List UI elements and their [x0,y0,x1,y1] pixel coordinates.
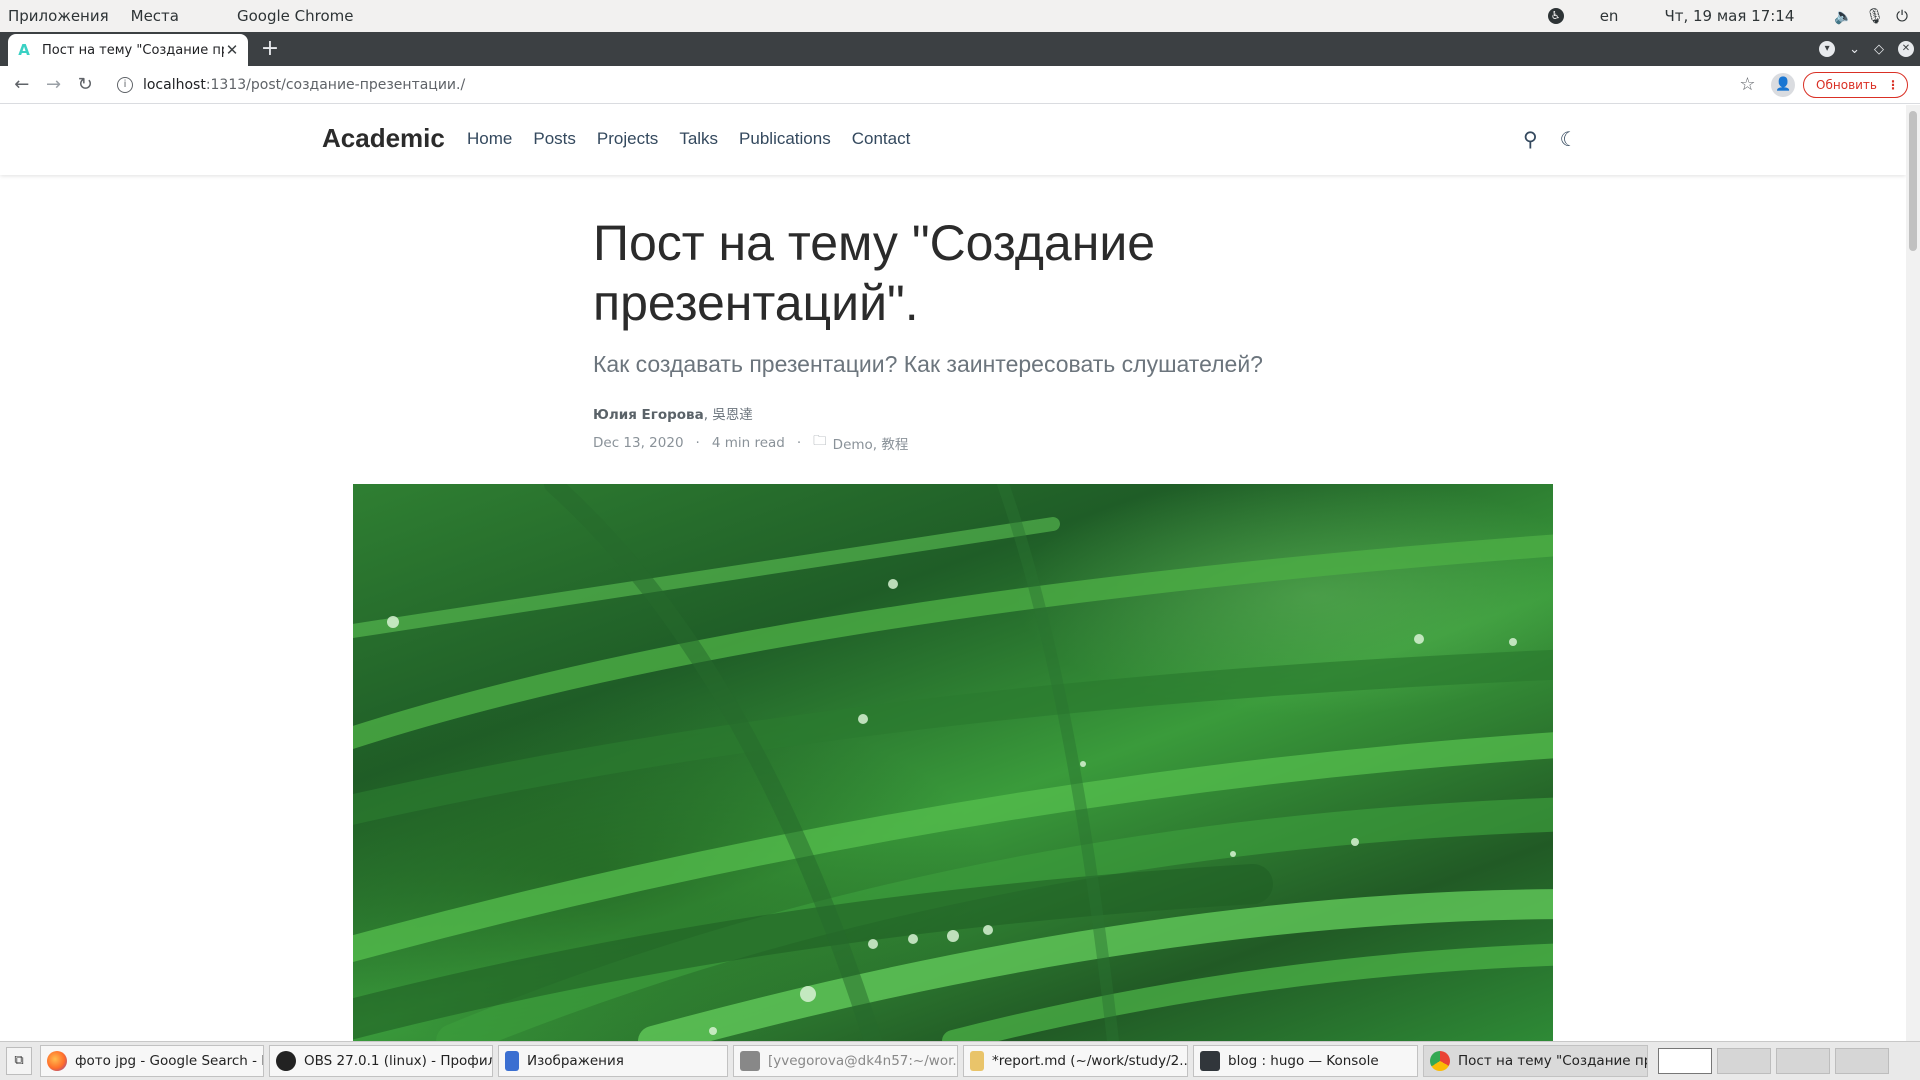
workspace-1[interactable] [1658,1048,1712,1074]
task-label: фото jpg - Google Search - M... [75,1053,263,1069]
page-scrollbar[interactable] [1906,105,1920,1041]
task-editor[interactable]: *report.md (~/work/study/2... [963,1045,1188,1077]
terminal-icon [740,1051,760,1071]
scrollbar-thumb[interactable] [1909,111,1917,251]
task-firefox[interactable]: фото jpg - Google Search - M... [40,1045,264,1077]
bookmark-star-icon[interactable]: ☆ [1732,74,1764,95]
address-bar[interactable]: i localhost:1313/post/создание-презентац… [109,70,1732,100]
clock[interactable]: Чт, 19 мая 17:14 [1664,7,1794,25]
active-app-menu[interactable]: Google Chrome [229,7,362,25]
accessibility-icon[interactable]: ♿ [1547,8,1564,24]
reload-icon[interactable]: ↻ [69,69,101,101]
meta-separator: · [796,434,802,451]
microphone-icon[interactable]: 🎙 [1865,7,1884,25]
minimize-icon[interactable]: ⌄ [1849,42,1860,57]
tab-strip: A Пост на тему "Создание пре ✕ + ▾ ⌄ ◇ ✕ [0,32,1920,66]
browser-toolbar: ← → ↻ i localhost:1313/post/создание-пре… [0,66,1920,104]
workspace-4[interactable] [1835,1048,1889,1074]
firefox-icon [47,1051,67,1071]
author-secondary: , 吳恩達 [703,407,753,423]
task-label: *report.md (~/work/study/2... [992,1053,1188,1069]
task-label: Пост на тему "Создание пр... [1458,1053,1648,1069]
show-desktop-icon[interactable]: ⧉ [6,1047,32,1075]
site-brand[interactable]: Academic [322,123,445,154]
task-obs[interactable]: OBS 27.0.1 (linux) - Профил... [269,1045,493,1077]
post-subtitle: Как создавать презентации? Как заинтерес… [593,351,1263,377]
task-label: [yvegorova@dk4n57:~/wor... [768,1053,958,1069]
workspace-3[interactable] [1776,1048,1830,1074]
nav-link-home[interactable]: Home [467,129,512,149]
post-categories[interactable]: Demo, 教程 [833,433,909,453]
maximize-icon[interactable]: ◇ [1874,42,1884,57]
update-label: Обновить [1816,77,1877,92]
dark-mode-moon-icon[interactable]: ☾ [1560,127,1578,151]
meta-separator: · [695,434,700,451]
featured-image [353,484,1553,1041]
post-authors: Юлия Егорова, 吳恩達 [593,403,1353,423]
close-window-icon[interactable]: ✕ [1898,41,1914,57]
page-viewport: Academic Home Posts Projects Talks Publi… [0,105,1920,1041]
close-tab-icon[interactable]: ✕ [224,41,240,59]
tab-search-icon[interactable]: ▾ [1819,41,1836,57]
article-header: Пост на тему "Создание презентаций". Как… [593,213,1353,454]
taskbar: ⧉ фото jpg - Google Search - M... OBS 27… [0,1041,1920,1080]
read-time: 4 min read [711,434,785,451]
url-path: :1313/post/создание-презентации./ [205,76,466,93]
update-button[interactable]: Обновить ⋮ [1803,71,1908,98]
nav-link-posts[interactable]: Posts [533,129,576,149]
site-info-icon[interactable]: i [116,76,133,93]
places-menu[interactable]: Места [123,7,187,25]
nav-link-publications[interactable]: Publications [739,129,831,149]
post-title: Пост на тему "Создание презентаций". [593,215,1156,331]
browser-tab[interactable]: A Пост на тему "Создание пре ✕ [8,34,248,66]
forward-arrow-icon[interactable]: → [38,69,70,101]
task-konsole[interactable]: blog : hugo — Konsole [1193,1045,1418,1077]
tab-title: Пост на тему "Создание пре [42,42,224,58]
task-label: Изображения [527,1053,624,1069]
task-chrome[interactable]: Пост на тему "Создание пр... [1423,1045,1648,1077]
site-menu: Home Posts Projects Talks Publications C… [467,129,910,149]
menu-dots-icon: ⋮ [1887,77,1899,92]
nav-link-talks[interactable]: Talks [679,129,718,149]
power-icon[interactable]: ⏻ [1896,7,1908,25]
url-host: localhost [142,76,206,93]
konsole-icon [1200,1051,1220,1071]
site-navbar: Academic Home Posts Projects Talks Publi… [0,105,1906,175]
academic-favicon-icon: A [18,41,30,59]
profile-avatar-icon[interactable]: 👤 [1771,72,1796,97]
volume-icon[interactable]: 🔈 [1834,7,1853,25]
top-panel: Приложения Места Google Chrome ♿ en Чт, … [0,0,1920,32]
window-controls: ▾ ⌄ ◇ ✕ [1819,32,1914,66]
chrome-icon [1430,1051,1450,1071]
task-terminal-remote[interactable]: [yvegorova@dk4n57:~/wor... [733,1045,958,1077]
search-icon[interactable]: ⚲ [1523,127,1538,151]
grass-illustration [353,484,1553,1041]
pencil-icon [970,1051,984,1071]
obs-icon [276,1051,296,1071]
applications-menu[interactable]: Приложения [0,7,117,25]
nav-link-projects[interactable]: Projects [597,129,658,149]
author-link[interactable]: Юлия Егорова [593,407,704,423]
task-label: blog : hugo — Konsole [1228,1053,1379,1069]
keyboard-layout[interactable]: en [1600,7,1619,25]
nav-link-contact[interactable]: Contact [852,129,911,149]
task-images[interactable]: Изображения [498,1045,728,1077]
folder-icon: 🗀 [813,433,827,449]
new-tab-button[interactable]: + [256,36,284,64]
workspace-2[interactable] [1717,1048,1771,1074]
post-date: Dec 13, 2020 [593,434,684,451]
post-meta: Dec 13, 2020 · 4 min read · 🗀 Demo, 教程 [593,431,1353,454]
task-label: OBS 27.0.1 (linux) - Профил... [304,1053,493,1069]
navbar-icons: ⚲ ☾ [1523,127,1578,151]
document-icon [505,1051,519,1071]
back-arrow-icon[interactable]: ← [6,69,38,101]
